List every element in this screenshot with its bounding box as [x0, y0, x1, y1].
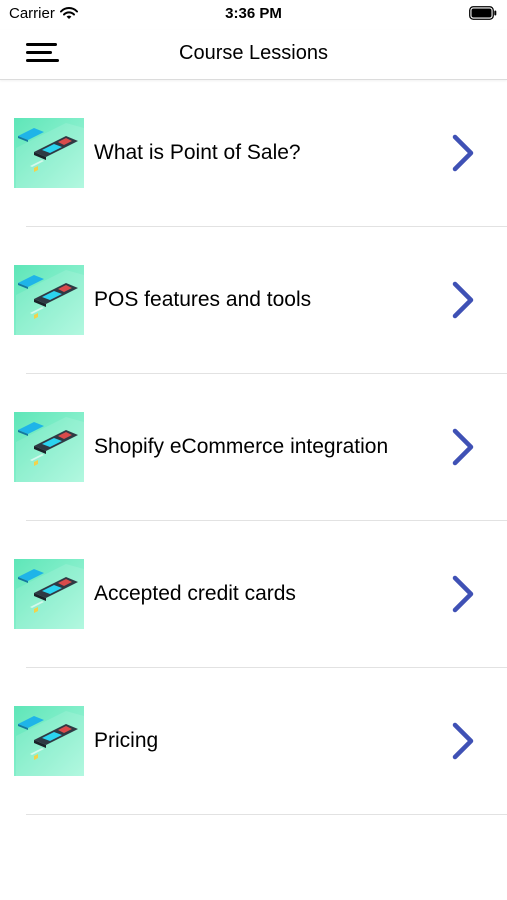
chevron-right-icon: [449, 574, 477, 619]
lesson-title: Shopify eCommerce integration: [94, 435, 389, 458]
chevron-right-icon: [449, 427, 477, 472]
battery-icon: [469, 6, 497, 25]
lesson-item-pricing[interactable]: Pricing: [0, 668, 507, 815]
lesson-item-pos-features[interactable]: POS features and tools: [0, 227, 507, 374]
lesson-item-accepted-credit-cards[interactable]: Accepted credit cards: [0, 521, 507, 668]
pos-terminal-image: [14, 412, 84, 482]
status-time: 3:36 PM: [225, 5, 282, 22]
lesson-list: What is Point of Sale? POS features and …: [0, 80, 507, 815]
chevron-right-icon: [449, 721, 477, 766]
navigation-bar: Course Lessions: [0, 30, 507, 80]
page-title: Course Lessions: [179, 42, 328, 64]
lesson-item-shopify-integration[interactable]: Shopify eCommerce integration: [0, 374, 507, 521]
status-bar: Carrier 3:36 PM: [0, 0, 507, 30]
pos-terminal-image: [14, 118, 84, 188]
pos-terminal-image: [14, 559, 84, 629]
row-divider: [26, 814, 507, 815]
lesson-item-what-is-pos[interactable]: What is Point of Sale?: [0, 80, 507, 227]
lesson-title: POS features and tools: [94, 288, 312, 311]
chevron-right-icon: [449, 280, 477, 325]
pos-terminal-image: [14, 265, 84, 335]
chevron-right-icon: [449, 133, 477, 178]
lesson-title: Accepted credit cards: [94, 582, 296, 605]
pos-terminal-image: [14, 706, 84, 776]
lesson-title: Pricing: [94, 729, 159, 752]
lesson-title: What is Point of Sale?: [94, 141, 301, 164]
